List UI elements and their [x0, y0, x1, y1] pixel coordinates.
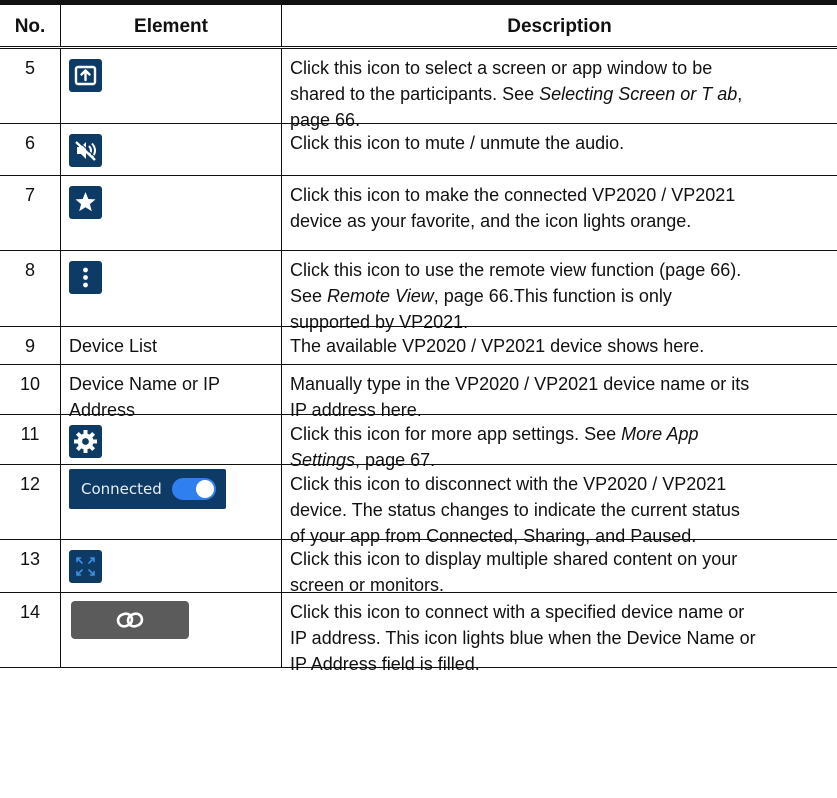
gear-icon[interactable]: [69, 425, 102, 458]
table-row: 6 Click this icon to mute / unmute the a…: [0, 124, 837, 176]
table-row: 7 Click this icon to make the connected …: [0, 176, 837, 251]
row-description: Click this icon to select a screen or ap…: [282, 49, 837, 130]
description-line: See Remote View, page 66.This function i…: [290, 286, 672, 306]
row-description: The available VP2020 / VP2021 device sho…: [282, 327, 837, 364]
link-icon[interactable]: [71, 601, 189, 639]
row-number: 9: [0, 327, 61, 364]
connected-toggle-icon[interactable]: Connected: [69, 469, 226, 509]
description-line: Click this icon for more app settings. S…: [290, 424, 699, 444]
description-line: device as your favorite, and the icon li…: [290, 211, 692, 231]
row-number: 13: [0, 540, 61, 592]
row-number: 7: [0, 176, 61, 250]
row-element: Connected: [61, 465, 282, 539]
element-text: Device Name or IP: [69, 374, 221, 394]
description-line: Click this icon to display multiple shar…: [290, 549, 738, 569]
row-description: Click this icon for more app settings. S…: [282, 415, 837, 470]
row-element: [61, 415, 282, 464]
row-number: 5: [0, 49, 61, 123]
row-number: 11: [0, 415, 61, 464]
screen-share-icon[interactable]: [69, 59, 102, 92]
table-row: 5 Click this icon to select a screen or …: [0, 49, 837, 130]
table-row: 11 Click this icon for more app settings…: [0, 415, 837, 470]
row-description: Click this icon to use the remote view f…: [282, 251, 837, 332]
table-row: 8 Click this icon to use the remote view…: [0, 251, 837, 332]
table-body: 5 Click this icon to select a screen or …: [0, 49, 837, 674]
description-line: Click this icon to use the remote view f…: [290, 260, 742, 280]
more-vertical-icon[interactable]: [69, 261, 102, 294]
row-element: [61, 124, 282, 175]
element-table: No. Element Description 5 Click this ico…: [0, 0, 837, 674]
mute-icon[interactable]: [69, 134, 102, 167]
description-line: The available VP2020 / VP2021 device sho…: [290, 336, 705, 356]
star-icon[interactable]: [69, 186, 102, 219]
row-description: Manually type in the VP2020 / VP2021 dev…: [282, 365, 837, 420]
description-line: Click this icon to mute / unmute the aud…: [290, 133, 625, 153]
table-row: 13 Click this icon to display multiple s…: [0, 540, 837, 595]
row-element: Device Name or IP Address: [61, 365, 282, 420]
row-description: Click this icon to connect with a specif…: [282, 593, 837, 674]
header-description: Description: [507, 16, 612, 37]
row-element: [61, 251, 282, 326]
description-line: Click this icon to connect with a specif…: [290, 602, 745, 622]
table-header: No. Element Description: [0, 5, 837, 49]
header-element: Element: [61, 5, 282, 46]
row-number: 14: [0, 593, 61, 667]
table-row: 14 Click this icon to connect with a spe…: [0, 593, 837, 674]
description-line: IP address. This icon lights blue when t…: [290, 628, 756, 648]
row-element: [61, 176, 282, 250]
description-line: device. The status changes to indicate t…: [290, 500, 740, 520]
table-row: 10 Device Name or IP Address Manually type …: [0, 365, 837, 420]
row-number: 10: [0, 365, 61, 414]
connected-label: Connected: [81, 480, 162, 498]
element-text: Device List: [69, 336, 158, 356]
row-number: 8: [0, 251, 61, 326]
description-line: Manually type in the VP2020 / VP2021 dev…: [290, 374, 750, 394]
row-element: [61, 593, 282, 667]
header-no: No.: [0, 5, 61, 46]
row-element: Device List: [61, 327, 282, 364]
table-row: 12 Connected Click this icon to disconne…: [0, 465, 837, 546]
description-line: Click this icon to select a screen or ap…: [290, 58, 713, 78]
expand-icon[interactable]: [69, 550, 102, 583]
row-number: 12: [0, 465, 61, 539]
description-line: Click this icon to make the connected VP…: [290, 185, 736, 205]
row-description: Click this icon to display multiple shar…: [282, 540, 837, 595]
row-element: [61, 49, 282, 123]
row-number: 6: [0, 124, 61, 175]
table-row: 9 Device List The available VP2020 / VP202…: [0, 327, 837, 365]
toggle-switch[interactable]: [171, 478, 216, 500]
row-description: Click this icon to mute / unmute the aud…: [282, 124, 837, 175]
row-description: Click this icon to disconnect with the V…: [282, 465, 837, 546]
row-element: [61, 540, 282, 592]
description-line: Click this icon to disconnect with the V…: [290, 474, 727, 494]
row-description: Click this icon to make the connected VP…: [282, 176, 837, 250]
description-line: shared to the participants. See Selectin…: [290, 84, 743, 104]
description-line: IP Address field is filled.: [290, 654, 480, 674]
